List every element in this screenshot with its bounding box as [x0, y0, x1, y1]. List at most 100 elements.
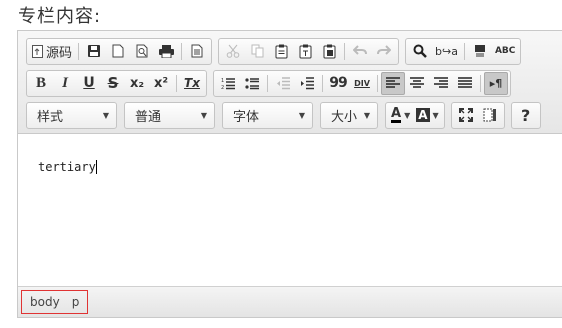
separator [322, 74, 323, 92]
bg-color-icon: A [416, 108, 430, 122]
preview-button[interactable] [130, 40, 154, 63]
font-combo-label: 字体 [233, 109, 260, 125]
svg-text:2: 2 [221, 85, 224, 90]
find-button[interactable] [408, 40, 432, 63]
copy-button[interactable] [245, 40, 269, 63]
redo-button[interactable] [372, 40, 396, 63]
numbered-list-button[interactable]: 12 [216, 72, 240, 95]
outdent-icon [276, 76, 290, 90]
superscript-button[interactable]: x² [149, 72, 173, 95]
align-center-button[interactable] [405, 72, 429, 95]
create-div-button[interactable]: DIV [350, 72, 374, 95]
chevron-down-icon: ▼ [102, 110, 109, 120]
bold-icon: B [35, 74, 46, 91]
source-group: 源码 [26, 37, 213, 65]
find-group: b↪a ABC [405, 37, 522, 65]
source-label: 源码 [46, 45, 73, 61]
bulleted-list-icon [245, 77, 259, 90]
tools-group [450, 101, 505, 129]
bg-color-button[interactable]: A ▼ [413, 104, 441, 127]
paragraph-ltr-icon: ▸¶ [489, 76, 503, 90]
numbered-list-icon: 12 [221, 77, 235, 90]
paste-word-button[interactable] [317, 40, 341, 63]
outdent-button[interactable] [271, 72, 295, 95]
new-page-button[interactable] [106, 40, 130, 63]
templates-button[interactable] [185, 40, 209, 63]
paste-icon [275, 44, 288, 59]
select-all-icon [474, 44, 486, 58]
align-right-button[interactable] [429, 72, 453, 95]
replace-button[interactable]: b↪a [432, 40, 461, 63]
help-button[interactable]: ? [514, 104, 538, 127]
bold-button[interactable]: B [29, 72, 53, 95]
source-icon [32, 44, 43, 58]
paste-text-icon [299, 44, 312, 59]
path-item-p[interactable]: p [72, 295, 80, 309]
paste-button[interactable] [269, 40, 293, 63]
editor-content-area[interactable]: tertiary [18, 134, 562, 288]
separator [78, 42, 80, 60]
chevron-down-icon: ▼ [363, 110, 370, 120]
chevron-down-icon: ▼ [298, 110, 305, 120]
strike-button[interactable]: S [101, 72, 125, 95]
subscript-icon: x₂ [129, 75, 145, 91]
italic-icon: I [62, 74, 68, 91]
toolbar-row-3: 样式 ▼ 普通 ▼ 字体 ▼ 大小 ▼ A ▼ A ▼ ? [26, 101, 547, 129]
print-button[interactable] [154, 40, 178, 63]
maximize-button[interactable] [454, 104, 478, 127]
show-blocks-button[interactable] [478, 104, 502, 127]
subscript-button[interactable]: x₂ [125, 72, 149, 95]
editor-toolbar: 源码 b↪a ABC B I U S x₂ x² Tx 1 2 99 DIV ▸… [18, 31, 562, 134]
toolbar-row-1: 源码 b↪a ABC [26, 37, 527, 65]
cut-button[interactable] [221, 40, 245, 63]
font-combo[interactable]: 字体 ▼ [222, 101, 313, 129]
spellcheck-icon: ABC [494, 46, 516, 56]
page-label: 专栏内容: [18, 6, 102, 27]
format-combo-label: 普通 [135, 109, 162, 125]
underline-button[interactable]: U [77, 72, 101, 95]
superscript-icon: x² [153, 75, 169, 91]
editor-paragraph[interactable]: tertiary [38, 160, 97, 174]
source-button[interactable]: 源码 [29, 40, 75, 63]
remove-format-button[interactable]: Tx [180, 72, 204, 95]
blockquote-button[interactable]: 99 [326, 72, 350, 95]
indent-button[interactable] [295, 72, 319, 95]
about-group: ? [510, 101, 541, 129]
align-center-icon [410, 77, 424, 89]
preview-icon [136, 44, 148, 58]
chevron-down-icon: ▼ [404, 110, 411, 120]
chevron-down-icon: ▼ [200, 110, 207, 120]
text-cursor [95, 160, 97, 174]
undo-button[interactable] [348, 40, 372, 63]
font-size-combo[interactable]: 大小 ▼ [320, 101, 378, 129]
editor-statusbar: body p [18, 286, 562, 317]
element-path: body p [21, 290, 89, 314]
italic-button[interactable]: I [53, 72, 77, 95]
maximize-icon [458, 108, 473, 122]
svg-text:1: 1 [221, 78, 224, 84]
styles-combo[interactable]: 样式 ▼ [26, 101, 117, 129]
align-justify-button[interactable] [453, 72, 477, 95]
blockquote-icon: 99 [329, 75, 348, 91]
separator [267, 74, 268, 92]
select-all-button[interactable] [468, 40, 492, 63]
path-item-body[interactable]: body [30, 295, 60, 309]
new-page-icon [112, 44, 124, 58]
spellcheck-button[interactable]: ABC [492, 40, 518, 63]
font-size-combo-label: 大小 [331, 109, 358, 125]
replace-icon: b↪a [435, 44, 458, 58]
save-button[interactable] [82, 40, 106, 63]
text-direction-ltr-button[interactable]: ▸¶ [484, 71, 508, 95]
format-combo[interactable]: 普通 ▼ [124, 101, 215, 129]
bulleted-list-button[interactable] [240, 72, 264, 95]
text-color-button[interactable]: A ▼ [388, 104, 413, 127]
editor-text: tertiary [38, 160, 96, 174]
basicstyles-group: B I U S x₂ x² Tx [26, 69, 207, 97]
search-icon [413, 44, 427, 58]
align-right-icon [434, 77, 448, 89]
align-left-button[interactable] [381, 71, 405, 95]
paste-word-icon [323, 44, 336, 59]
paste-text-button[interactable] [293, 40, 317, 63]
clipboard-group [218, 37, 400, 65]
strike-icon: S [107, 74, 119, 92]
